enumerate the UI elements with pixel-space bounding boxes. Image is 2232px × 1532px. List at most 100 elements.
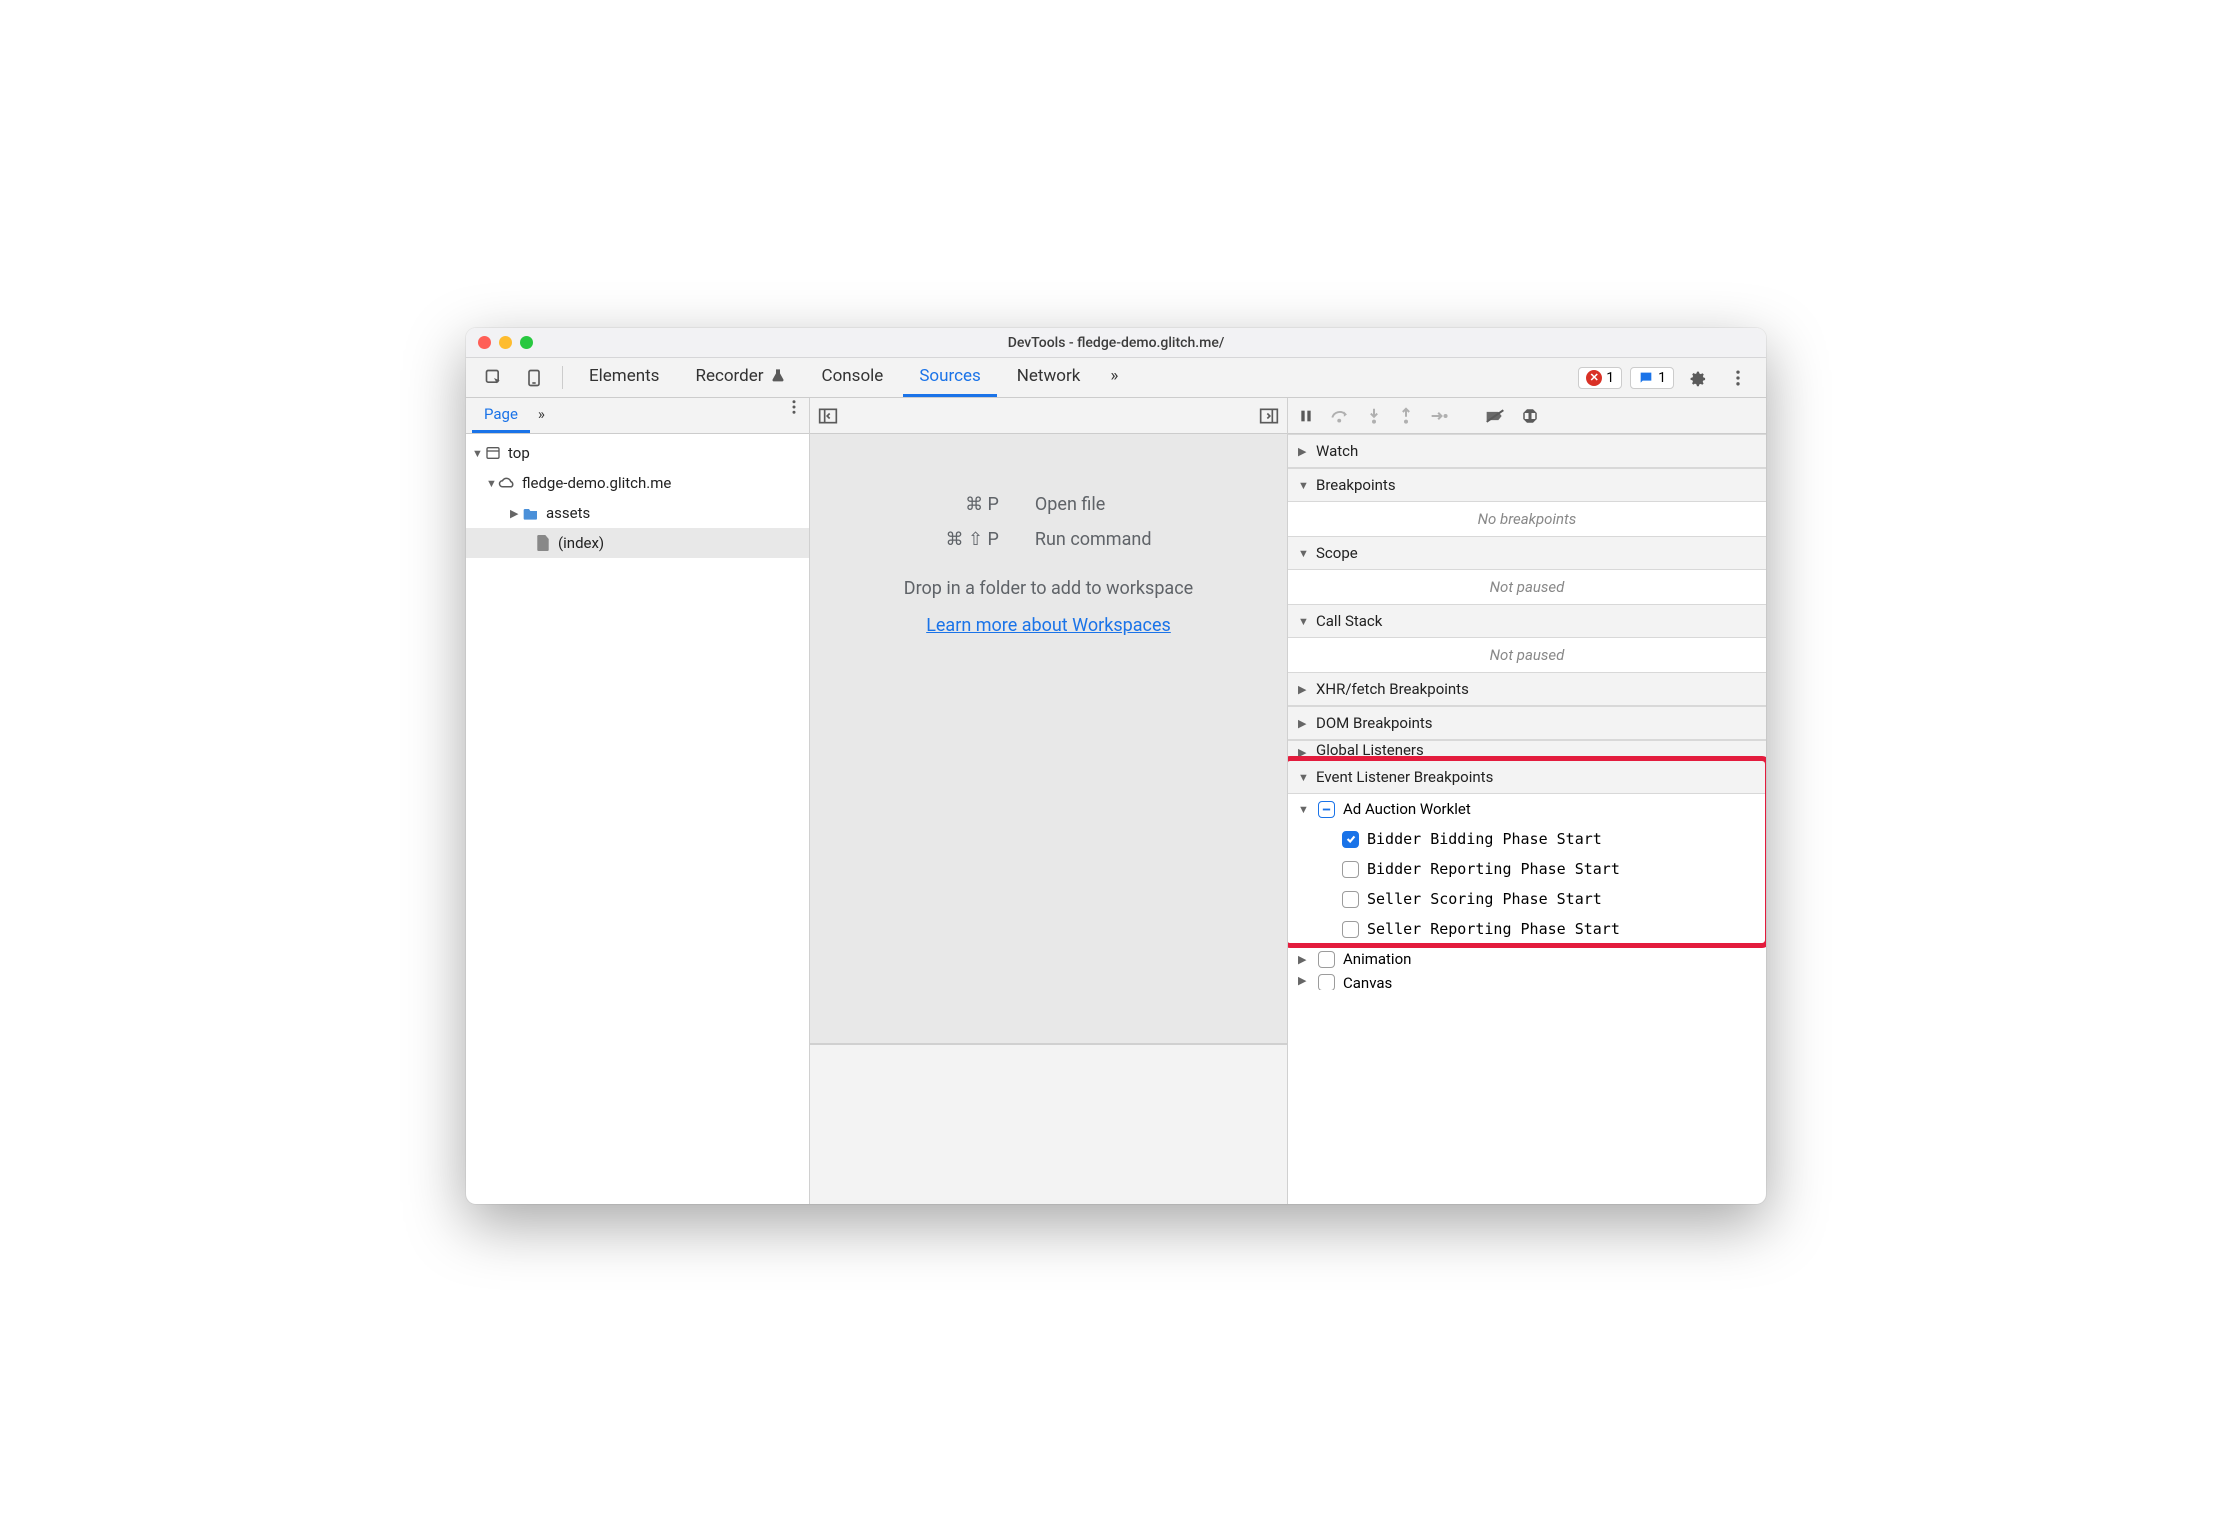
- tree-top-frame[interactable]: ▼ top: [466, 438, 809, 468]
- traffic-lights: [478, 336, 533, 349]
- event-listener-tree-more: ▶ Animation ▶ Canvas: [1288, 944, 1766, 990]
- navigator-overflow-button[interactable]: »: [530, 398, 553, 433]
- scope-section-header[interactable]: ▼ Scope: [1288, 536, 1766, 570]
- tree-file-index[interactable]: (index): [466, 528, 809, 558]
- tree-origin-label: fledge-demo.glitch.me: [522, 474, 671, 492]
- open-file-label: Open file: [1035, 494, 1105, 515]
- step-into-icon[interactable]: [1366, 407, 1382, 425]
- checkbox-unchecked[interactable]: [1342, 891, 1359, 908]
- device-toggle-icon[interactable]: [516, 358, 552, 397]
- editor-toolbar: [810, 398, 1287, 434]
- close-window-button[interactable]: [478, 336, 491, 349]
- callstack-section-header[interactable]: ▼ Call Stack: [1288, 604, 1766, 638]
- window-title: DevTools - fledge-demo.glitch.me/: [466, 335, 1766, 351]
- tree-folder-label: assets: [546, 504, 590, 522]
- dom-breakpoints-section-header[interactable]: ▶ DOM Breakpoints: [1288, 706, 1766, 740]
- show-debugger-icon[interactable]: [1259, 407, 1279, 425]
- workspaces-link[interactable]: Learn more about Workspaces: [926, 615, 1171, 636]
- tab-elements[interactable]: Elements: [573, 358, 675, 397]
- deactivate-breakpoints-icon[interactable]: [1485, 408, 1505, 424]
- event-listener-breakpoints-header[interactable]: ▼ Event Listener Breakpoints: [1288, 760, 1766, 794]
- tab-console[interactable]: Console: [806, 358, 900, 397]
- watch-section-header[interactable]: ▶ Watch: [1288, 434, 1766, 468]
- tab-sources[interactable]: Sources: [903, 358, 996, 397]
- tree-origin[interactable]: ▼ fledge-demo.glitch.me: [466, 468, 809, 498]
- event-seller-scoring-start[interactable]: Seller Scoring Phase Start: [1288, 884, 1766, 914]
- canvas-category[interactable]: ▶ Canvas: [1288, 974, 1766, 990]
- page-tab[interactable]: Page: [472, 398, 530, 433]
- status-badges: ✕ 1 1: [1578, 358, 1674, 397]
- chevron-down-icon: ▼: [472, 447, 484, 460]
- event-seller-reporting-start[interactable]: Seller Reporting Phase Start: [1288, 914, 1766, 944]
- devtools-window: DevTools - fledge-demo.glitch.me/ Elemen…: [466, 328, 1766, 1204]
- more-menu-icon[interactable]: [1720, 358, 1756, 397]
- event-bidder-bidding-start[interactable]: Bidder Bidding Phase Start: [1288, 824, 1766, 854]
- chevron-down-icon: ▼: [1298, 547, 1310, 560]
- chevron-down-icon: ▼: [1298, 803, 1310, 816]
- breakpoints-section-header[interactable]: ▼ Breakpoints: [1288, 468, 1766, 502]
- chevron-down-icon: ▼: [1298, 479, 1310, 492]
- scope-label: Scope: [1316, 544, 1358, 562]
- watch-label: Watch: [1316, 442, 1358, 460]
- callstack-empty: Not paused: [1288, 638, 1766, 672]
- ad-auction-category-label: Ad Auction Worklet: [1343, 800, 1471, 818]
- step-icon[interactable]: [1430, 408, 1448, 424]
- chevron-right-icon: ▶: [1298, 683, 1310, 696]
- minimize-window-button[interactable]: [499, 336, 512, 349]
- editor-footer: [810, 1044, 1287, 1204]
- checkbox-unchecked[interactable]: [1318, 974, 1335, 990]
- navigator-more-icon[interactable]: [785, 398, 803, 433]
- event-listener-highlight: ▼ Event Listener Breakpoints ▼ Ad Auctio…: [1288, 760, 1766, 944]
- folder-icon: [522, 506, 540, 520]
- checkbox-checked[interactable]: [1342, 831, 1359, 848]
- errors-badge[interactable]: ✕ 1: [1578, 367, 1622, 389]
- file-tree: ▼ top ▼ fledge-demo.glitch.me ▶: [466, 434, 809, 562]
- message-icon: [1638, 370, 1654, 386]
- file-icon: [534, 535, 552, 551]
- event-bidder-reporting-start[interactable]: Bidder Reporting Phase Start: [1288, 854, 1766, 884]
- animation-category[interactable]: ▶ Animation: [1288, 944, 1766, 974]
- checkbox-unchecked[interactable]: [1318, 951, 1335, 968]
- chevron-right-icon: ▶: [1298, 746, 1310, 759]
- run-command-shortcut: ⌘ ⇧ P: [946, 529, 999, 550]
- event-label: Bidder Bidding Phase Start: [1367, 830, 1602, 848]
- chevron-right-icon: ▶: [1298, 717, 1310, 730]
- chevron-right-icon: ▶: [1298, 974, 1310, 987]
- messages-count: 1: [1658, 370, 1666, 386]
- tree-top-label: top: [508, 444, 530, 462]
- drop-folder-hint: Drop in a folder to add to workspace: [904, 578, 1193, 599]
- show-navigator-icon[interactable]: [818, 407, 838, 425]
- editor-panel: ⌘ P Open file ⌘ ⇧ P Run command Drop in …: [810, 398, 1288, 1204]
- messages-badge[interactable]: 1: [1630, 367, 1674, 389]
- editor-empty-state: ⌘ P Open file ⌘ ⇧ P Run command Drop in …: [810, 434, 1287, 1044]
- cloud-icon: [498, 476, 516, 490]
- tree-folder-assets[interactable]: ▶ assets: [466, 498, 809, 528]
- settings-icon[interactable]: [1678, 358, 1716, 397]
- xhr-breakpoints-section-header[interactable]: ▶ XHR/fetch Breakpoints: [1288, 672, 1766, 706]
- open-file-shortcut: ⌘ P: [965, 494, 999, 515]
- ad-auction-checkbox-indeterminate[interactable]: [1318, 801, 1335, 818]
- chevron-down-icon: ▼: [486, 477, 498, 490]
- debugger-panel: ▶ Watch ▼ Breakpoints No breakpoints ▼ S…: [1288, 398, 1766, 1204]
- ad-auction-worklet-category[interactable]: ▼ Ad Auction Worklet: [1288, 794, 1766, 824]
- step-out-icon[interactable]: [1398, 407, 1414, 425]
- navigator-panel: Page » ▼ top ▼: [466, 398, 810, 1204]
- run-command-label: Run command: [1035, 529, 1152, 550]
- event-listener-tree: ▼ Ad Auction Worklet Bidder Bidding Phas…: [1288, 794, 1766, 944]
- tabs-overflow-button[interactable]: »: [1100, 358, 1128, 397]
- maximize-window-button[interactable]: [520, 336, 533, 349]
- tab-recorder[interactable]: Recorder: [679, 358, 801, 397]
- checkbox-unchecked[interactable]: [1342, 861, 1359, 878]
- pause-icon[interactable]: [1298, 408, 1314, 424]
- divider: [562, 366, 563, 389]
- canvas-label: Canvas: [1343, 974, 1392, 990]
- step-over-icon[interactable]: [1330, 408, 1350, 424]
- checkbox-unchecked[interactable]: [1342, 921, 1359, 938]
- tab-network[interactable]: Network: [1001, 358, 1097, 397]
- callstack-label: Call Stack: [1316, 612, 1382, 630]
- inspect-element-icon[interactable]: [476, 358, 512, 397]
- debugger-toolbar: [1288, 398, 1766, 434]
- global-listeners-section-header[interactable]: ▶ Global Listeners: [1288, 740, 1766, 760]
- pause-on-exceptions-icon[interactable]: [1521, 407, 1539, 425]
- errors-count: 1: [1606, 370, 1614, 386]
